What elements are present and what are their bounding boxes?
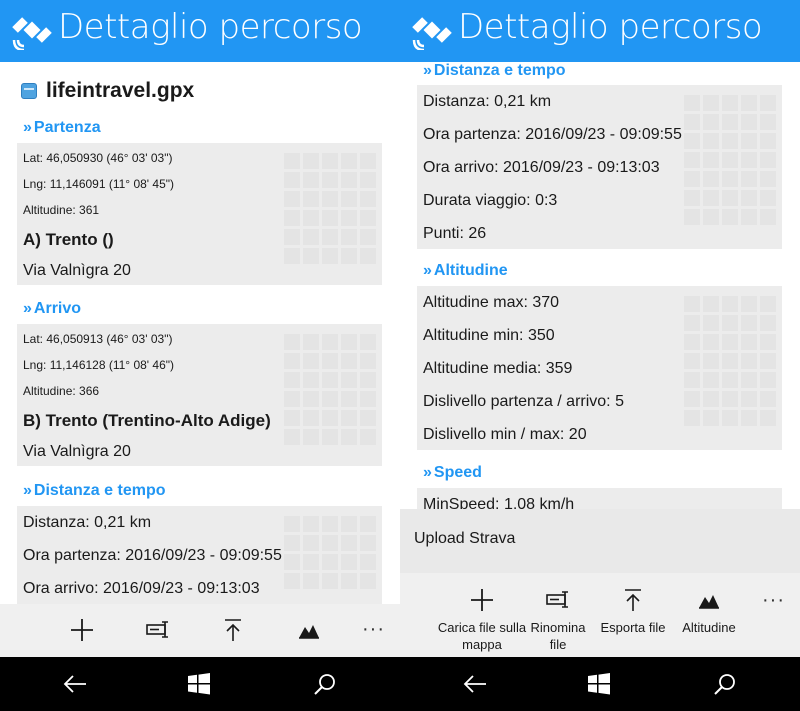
section-distanza: » Distanza e tempo: [23, 482, 166, 500]
chevrons-icon: »: [423, 464, 432, 481]
end-time: Ora arrivo: 2016/09/23 - 09:13:03: [23, 580, 260, 597]
chevrons-icon: »: [23, 482, 32, 499]
end-lat: Lat: 46,050913 (46° 03' 03"): [23, 332, 173, 346]
back-icon[interactable]: [460, 669, 490, 699]
partenza-box: Lat: 46,050930 (46° 03' 03") Lng: 11,146…: [17, 143, 382, 285]
section-partenza: » Partenza: [23, 119, 101, 137]
section-heading: Distanza e tempo: [433, 62, 566, 79]
section-heading: Altitudine: [433, 262, 508, 279]
altitude-minmax: Dislivello min / max: 20: [423, 426, 587, 443]
start-place: A) Trento (): [23, 230, 114, 249]
start-time: Ora partenza: 2016/09/23 - 09:09:55: [423, 126, 682, 143]
more-button[interactable]: ···: [362, 618, 385, 641]
page-title: Dettaglio percorso: [58, 7, 363, 47]
section-arrivo: » Arrivo: [23, 300, 81, 318]
section-heading: Partenza: [33, 119, 101, 136]
back-icon[interactable]: [60, 669, 90, 699]
rename-file-label: Rinomina file: [530, 620, 586, 652]
chevrons-icon: »: [23, 119, 32, 136]
search-icon[interactable]: [710, 669, 740, 699]
distanza-box: Distanza: 0,21 km Ora partenza: 2016/09/…: [417, 85, 782, 249]
app-header: Dettaglio percorso: [0, 0, 400, 62]
section-heading: Distanza e tempo: [33, 482, 166, 499]
file-row: lifeintravel.gpx: [21, 79, 194, 103]
altitude-icon[interactable]: [295, 617, 323, 643]
command-bar: ···: [0, 604, 400, 657]
distance-value: Distanza: 0,21 km: [423, 93, 552, 110]
menu-item-label: Upload Strava: [414, 530, 516, 547]
end-alt: Altitudine: 366: [23, 384, 100, 398]
points: Punti: 26: [423, 225, 487, 242]
app-header: Dettaglio percorso: [400, 0, 800, 62]
plus-icon[interactable]: [68, 617, 96, 643]
more-button[interactable]: ···: [762, 589, 785, 612]
altitude-label: Altitudine: [682, 620, 736, 635]
tile-decoration: [284, 153, 376, 264]
section-heading: Arrivo: [33, 300, 82, 317]
page-title: Dettaglio percorso: [458, 7, 763, 47]
system-navigation-bar: [0, 657, 800, 711]
end-time: Ora arrivo: 2016/09/23 - 09:13:03: [423, 159, 660, 176]
section-distanza: » Distanza e tempo: [423, 62, 566, 80]
altitude-max: Altitudine max: 370: [423, 294, 560, 311]
altitude-button[interactable]: Altitudine: [664, 587, 754, 636]
tile-decoration: [684, 296, 776, 426]
duration: Durata viaggio: 0:3: [423, 192, 558, 209]
file-icon: [21, 83, 37, 99]
start-time: Ora partenza: 2016/09/23 - 09:09:55: [23, 547, 282, 564]
chevrons-icon: »: [23, 300, 32, 317]
start-lng: Lng: 11,146091 (11° 08' 45"): [23, 177, 175, 191]
export-icon[interactable]: [219, 617, 247, 643]
windows-icon[interactable]: [184, 669, 214, 699]
route-detail-pane-left: Dettaglio percorso lifeintravel.gpx » Pa…: [0, 0, 400, 657]
satellite-icon: [12, 17, 52, 50]
end-place: B) Trento (Trentino-Alto Adige): [23, 411, 271, 430]
menu-item-upload-strava[interactable]: Upload Strava: [400, 509, 800, 573]
start-lat: Lat: 46,050930 (46° 03' 03"): [23, 151, 173, 165]
distanza-box: Distanza: 0,21 km Ora partenza: 2016/09/…: [17, 506, 382, 606]
rename-icon[interactable]: [144, 617, 172, 643]
tile-decoration: [284, 334, 376, 445]
altitude-diff: Dislivello partenza / arrivo: 5: [423, 393, 624, 410]
section-altitudine: » Altitudine: [423, 262, 508, 280]
start-street: Via Valnìgra 20: [23, 262, 131, 279]
arrivo-box: Lat: 46,050913 (46° 03' 03") Lng: 11,146…: [17, 324, 382, 466]
search-icon[interactable]: [310, 669, 340, 699]
distance-value: Distanza: 0,21 km: [23, 514, 152, 531]
satellite-icon: [412, 17, 452, 50]
altitude-icon: [664, 587, 754, 613]
windows-icon[interactable]: [584, 669, 614, 699]
start-alt: Altitudine: 361: [23, 203, 100, 217]
command-bar-expanded: Upload Strava Carica file sulla mappa Ri…: [400, 509, 800, 657]
end-lng: Lng: 11,146128 (11° 08' 46"): [23, 358, 175, 372]
section-speed: » Speed: [423, 464, 482, 482]
file-name: lifeintravel.gpx: [46, 79, 195, 102]
altitudine-box: Altitudine max: 370 Altitudine min: 350 …: [417, 286, 782, 450]
tile-decoration: [684, 95, 776, 225]
tile-decoration: [284, 516, 376, 589]
chevrons-icon: »: [423, 262, 432, 279]
altitude-min: Altitudine min: 350: [423, 327, 555, 344]
chevrons-icon: »: [423, 62, 432, 79]
end-street: Via Valnìgra 20: [23, 443, 131, 460]
altitude-avg: Altitudine media: 359: [423, 360, 573, 377]
section-heading: Speed: [433, 464, 482, 481]
